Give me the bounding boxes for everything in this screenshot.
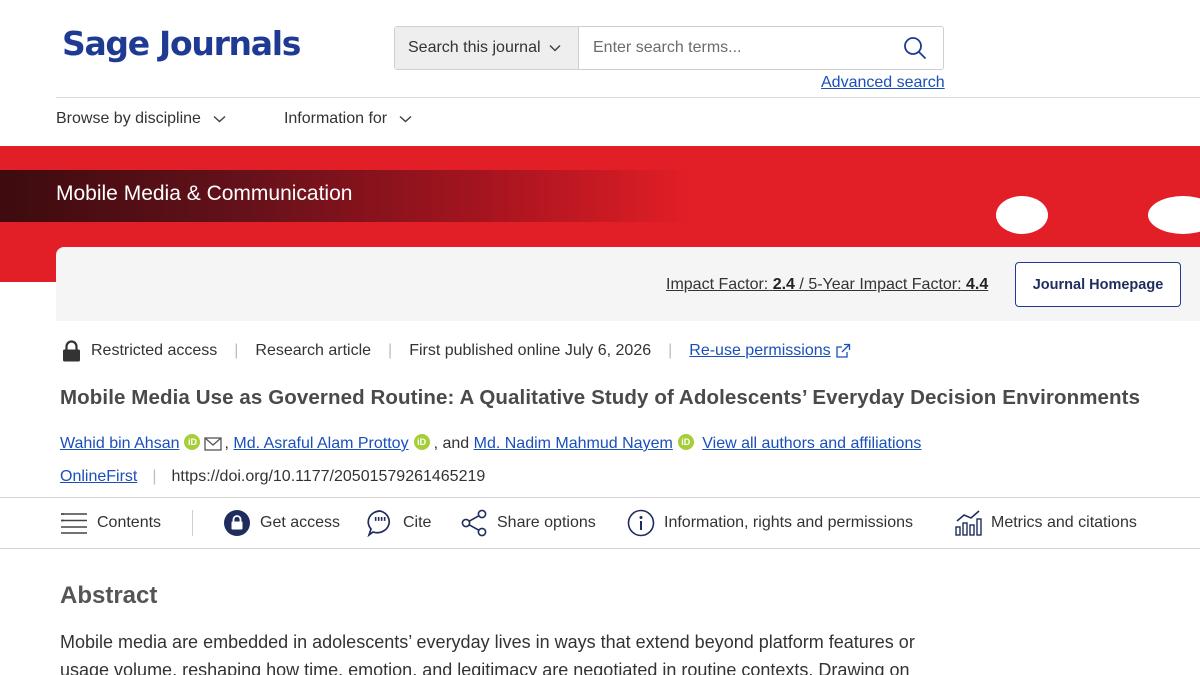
impact-factor-label: Impact Factor:	[666, 276, 769, 293]
sage-journals-logo[interactable]: Sage Journals	[62, 24, 301, 63]
orcid-icon[interactable]: iD	[677, 434, 694, 450]
information-for-label: Information for	[283, 110, 388, 127]
online-first-link[interactable]: OnlineFirst	[60, 468, 137, 486]
information-for-menu[interactable]: Information for	[284, 110, 412, 128]
mail-icon[interactable]	[204, 437, 223, 451]
header-divider	[56, 97, 1200, 98]
publication-date: First published online July 6, 2026	[409, 342, 652, 359]
article-meta: Restricted access | Research article | F…	[62, 340, 851, 362]
search-scope-label: Search this journal	[408, 39, 541, 56]
doi-row: OnlineFirst | https://doi.org/10.1177/20…	[60, 468, 485, 486]
abstract-heading: Abstract	[60, 582, 158, 609]
orcid-icon[interactable]: iD	[413, 434, 430, 450]
author-list: Wahid bin Ahsan iD , Md. Asraful Alam Pr…	[60, 434, 921, 454]
doi-text[interactable]: https://doi.org/10.1177/2050157926146521…	[172, 468, 486, 486]
share-icon	[461, 509, 487, 537]
toolbar-divider	[192, 510, 193, 536]
search-input[interactable]	[579, 27, 887, 69]
access-status: Restricted access	[91, 342, 218, 359]
meta-separator: |	[388, 342, 393, 359]
chevron-down-icon	[213, 110, 226, 128]
article-toolbar: Contents Get access " " Cite Share option…	[0, 497, 1200, 549]
share-options-button[interactable]: Share options	[460, 498, 596, 548]
contents-label: Contents	[97, 514, 162, 531]
svg-text:": "	[380, 516, 387, 532]
quote-icon: ""	[367, 510, 391, 537]
lock-icon	[62, 340, 81, 362]
five-year-impact-value: 4.4	[966, 276, 989, 293]
search-bar: Search this journal	[394, 26, 944, 70]
chevron-down-icon	[548, 39, 561, 57]
search-scope-dropdown[interactable]: Search this journal	[395, 27, 579, 69]
journal-homepage-button[interactable]: Journal Homepage	[1015, 262, 1181, 307]
contents-button[interactable]: Contents	[60, 498, 161, 548]
bar-chart-icon	[955, 510, 982, 536]
info-icon	[627, 509, 655, 537]
view-all-authors-link[interactable]: View all authors and affiliations	[702, 435, 921, 453]
journal-title: Mobile Media & Communication	[56, 182, 353, 205]
impact-separator: /	[799, 276, 804, 293]
meta-separator: |	[668, 342, 673, 359]
abstract-text: Mobile media are embedded in adolescents…	[60, 632, 915, 675]
author-link[interactable]: Wahid bin Ahsan	[60, 435, 179, 453]
share-options-label: Share options	[497, 514, 596, 531]
author-and: , and	[433, 435, 470, 452]
author-link[interactable]: Md. Nadim Mahmud Nayem	[474, 435, 673, 453]
chevron-down-icon	[399, 110, 412, 128]
browse-by-discipline-menu[interactable]: Browse by discipline	[56, 110, 226, 128]
decorative-shape	[1148, 196, 1200, 234]
metrics-citations-label: Metrics and citations	[991, 514, 1137, 531]
information-rights-button[interactable]: Information, rights and permissions	[627, 498, 913, 548]
information-rights-label: Information, rights and permissions	[664, 514, 913, 531]
search-icon	[904, 37, 926, 59]
get-access-button[interactable]: Get access	[223, 498, 340, 548]
external-link-icon	[835, 343, 851, 359]
article-title: Mobile Media Use as Governed Routine: A …	[60, 386, 1141, 409]
meta-separator: |	[234, 342, 239, 359]
advanced-search-link[interactable]: Advanced search	[821, 74, 945, 92]
browse-label: Browse by discipline	[56, 110, 201, 127]
impact-factor-value: 2.4	[772, 276, 795, 293]
main-nav: Browse by discipline Information for	[56, 110, 470, 128]
padlock-circle-icon	[224, 510, 250, 536]
search-button[interactable]	[887, 27, 943, 69]
cite-button[interactable]: " " Cite	[366, 498, 431, 548]
impact-factor-link[interactable]: Impact Factor: 2.4 / 5-Year Impact Facto…	[666, 276, 988, 294]
menu-lines-icon	[61, 513, 87, 534]
decorative-shape	[996, 196, 1048, 234]
orcid-icon[interactable]: iD	[184, 434, 201, 450]
metrics-citations-button[interactable]: Metrics and citations	[954, 498, 1137, 548]
cite-label: Cite	[403, 514, 432, 531]
reuse-permissions-link[interactable]: Re-use permissions	[689, 342, 830, 360]
article-type: Research article	[255, 342, 372, 359]
get-access-label: Get access	[260, 514, 341, 531]
doi-separator: |	[152, 468, 157, 485]
author-comma: ,	[224, 435, 229, 452]
author-link[interactable]: Md. Asraful Alam Prottoy	[233, 435, 408, 453]
five-year-impact-label: 5-Year Impact Factor:	[808, 276, 962, 293]
